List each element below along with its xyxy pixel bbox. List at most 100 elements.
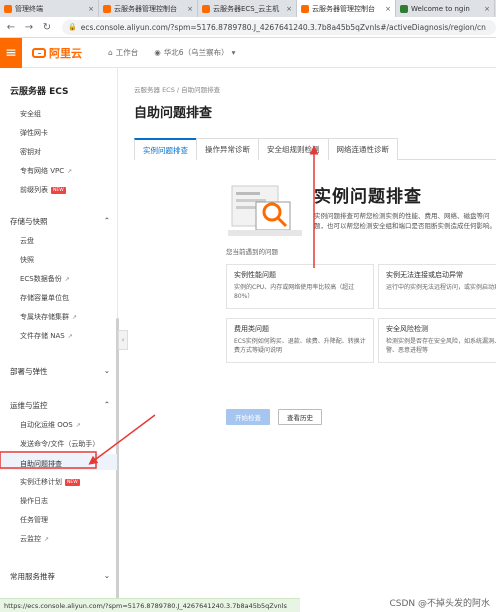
- problem-card[interactable]: 费用类问题 ECS实例如何购买、退款、续费、升降配、转换计费方式等疑问说明: [226, 318, 374, 363]
- reload-icon[interactable]: ↻: [40, 22, 54, 33]
- sidebar-item-label: 自助问题排查: [20, 460, 62, 468]
- problem-card-description: 检测实例是否存在安全风险，如系统漏洞、安全告警、恶意进程等: [386, 338, 496, 354]
- tab-diagnosis[interactable]: 操作异常诊断: [196, 138, 259, 160]
- tab-diagnosis[interactable]: 安全组规则检测: [258, 138, 329, 160]
- view-history-button[interactable]: 查看历史: [278, 409, 322, 425]
- browser-toolbar: ← → ↻ 🔒 ecs.console.aliyun.com/?spm=5176…: [0, 17, 496, 38]
- sidebar-item-label: 自动化运维 OOS: [20, 421, 73, 429]
- sidebar-item-label: ECS数据备份: [20, 275, 62, 283]
- problem-card-description: ECS实例如何购买、退款、续费、升降配、转换计费方式等疑问说明: [234, 338, 366, 354]
- browser-tab-strip: 管理终端 × 云服务器管理控制台 × 云服务器ECS_云主机 × 云服务器管理控制台 × Wel…: [0, 0, 496, 17]
- diagnosis-illustration-icon: [228, 185, 302, 236]
- sidebar-item[interactable]: 存储容量单位包: [20, 293, 69, 303]
- home-icon: ⌂: [108, 48, 113, 57]
- chevron-down-icon: ▾: [231, 48, 236, 57]
- tab-diagnosis[interactable]: 实例问题排查: [134, 138, 197, 160]
- problem-card-description: 运行中的实例无法远程访问，或实例启动异常: [386, 284, 496, 291]
- sidebar-item[interactable]: 专属块存储集群 ↗: [20, 312, 77, 322]
- page-title: 自助问题排查: [134, 106, 213, 121]
- region-selector[interactable]: ◉ 华北6（乌兰察布） ▾: [154, 47, 235, 58]
- close-icon[interactable]: ×: [385, 5, 391, 13]
- main-content: 云服务器 ECS / 自助问题排查 自助问题排查 实例问题排查 操作异常诊断 安全组…: [128, 68, 496, 598]
- browser-status-bar: https://ecs.console.aliyun.com/?spm=5176…: [0, 598, 300, 612]
- sidebar-group[interactable]: 部署与弹性 ⌄: [10, 366, 110, 377]
- tab-diagnosis[interactable]: 网络连通性诊断: [327, 138, 398, 160]
- sidebar-item[interactable]: 任务管理: [20, 515, 48, 525]
- browser-tab[interactable]: 云服务器管理控制台 ×: [297, 0, 396, 17]
- tab-favicon-icon: [202, 4, 210, 13]
- problem-card-title: 实例无法连接或启动异常: [386, 271, 463, 279]
- sidebar-item-label: 云盘: [20, 237, 34, 245]
- problem-card[interactable]: 安全风险检测检测实例是否存在安全风险，如系统漏洞、安全告警、恶意进程等: [378, 318, 496, 363]
- problem-card-title: 安全风险检测: [386, 325, 428, 333]
- tab-favicon-icon: [4, 4, 12, 13]
- sidebar-item-label: 密钥对: [20, 148, 41, 156]
- logo-text: 阿里云: [49, 46, 82, 60]
- close-icon[interactable]: ×: [484, 5, 490, 13]
- back-arrow-icon[interactable]: ←: [4, 22, 18, 33]
- sidebar-item[interactable]: 前缀列表 NEW: [20, 185, 66, 195]
- browser-tab-label: 云服务器管理控制台: [312, 4, 375, 13]
- sidebar-group[interactable]: 存储与快照 ⌃: [10, 216, 110, 227]
- external-link-icon: ↗: [72, 313, 78, 321]
- external-link-icon: ↗: [44, 535, 50, 543]
- browser-tab[interactable]: 管理终端 ×: [0, 0, 99, 17]
- sidebar-item[interactable]: 文件存储 NAS ↗: [20, 331, 73, 341]
- browser-tab[interactable]: Welcome to ngin ×: [396, 0, 495, 17]
- problem-card[interactable]: 实例无法连接或启动异常运行中的实例无法远程访问，或实例启动异常: [378, 264, 496, 309]
- sidebar-group[interactable]: 运维与监控 ⌃: [10, 400, 110, 411]
- external-link-icon: ↗: [75, 421, 81, 429]
- external-link-icon: ↗: [67, 332, 73, 340]
- close-icon[interactable]: ×: [88, 5, 94, 13]
- screen: 管理终端 × 云服务器管理控制台 × 云服务器ECS_云主机 × 云服务器管理控制台 × Wel…: [0, 0, 496, 612]
- sidebar-item-label: 存储容量单位包: [20, 294, 69, 302]
- workbench-link[interactable]: ⌂ 工作台: [108, 47, 138, 58]
- aliyun-logo-mark-icon: [32, 47, 46, 58]
- workbench-label: 工作台: [115, 48, 139, 57]
- sidebar-item[interactable]: 操作日志: [20, 496, 48, 506]
- sidebar-group-label: 部署与弹性: [10, 367, 48, 376]
- problem-card-title: 费用类问题: [234, 325, 269, 333]
- sidebar-item[interactable]: ECS数据备份 ↗: [20, 274, 70, 284]
- browser-tab-label: 云服务器ECS_云主机: [213, 4, 280, 13]
- sidebar-item-label: 快照: [20, 256, 34, 264]
- sidebar-item[interactable]: 云盘: [20, 236, 34, 246]
- external-link-icon: ↗: [64, 275, 70, 283]
- sidebar-item[interactable]: 快照: [20, 255, 34, 265]
- sidebar-item[interactable]: 实例迁移计划 NEW: [20, 477, 80, 487]
- close-icon[interactable]: ×: [187, 5, 193, 13]
- new-badge: NEW: [65, 478, 80, 486]
- problem-card[interactable]: 实例性能问题 实例的CPU、内存或网络使用率比较高（超过80%）: [226, 264, 374, 309]
- sidebar-item[interactable]: 密钥对: [20, 147, 41, 157]
- sidebar-item[interactable]: 专有网络 VPC ↗: [20, 166, 72, 176]
- sidebar-group-label: 常用服务推荐: [10, 572, 55, 581]
- close-icon[interactable]: ×: [286, 5, 292, 13]
- watermark: CSDN @不掉头发的阿水: [389, 599, 490, 609]
- forward-arrow-icon[interactable]: →: [22, 22, 36, 33]
- sidebar-title: 云服务器 ECS: [10, 87, 69, 97]
- browser-tab[interactable]: 云服务器管理控制台 ×: [99, 0, 198, 17]
- start-check-button[interactable]: 开始检查: [226, 409, 270, 425]
- sidebar-item[interactable]: 云监控 ↗: [20, 534, 49, 544]
- sidebar-collapse-button[interactable]: ‹: [118, 330, 128, 350]
- sidebar-item[interactable]: 自助问题排查: [0, 454, 117, 470]
- sidebar-item-label: 实例迁移计划: [20, 478, 62, 486]
- address-bar[interactable]: 🔒 ecs.console.aliyun.com/?spm=5176.87897…: [62, 19, 496, 35]
- aliyun-logo[interactable]: 阿里云: [32, 45, 82, 61]
- hamburger-menu-icon[interactable]: ≡: [0, 37, 22, 68]
- sidebar-item[interactable]: 安全组: [20, 109, 41, 119]
- sidebar-item[interactable]: 自动化运维 OOS ↗: [20, 420, 81, 430]
- tab-favicon-icon: [400, 4, 408, 13]
- breadcrumb: 云服务器 ECS / 自助问题排查: [134, 86, 221, 94]
- region-label: 华北6（乌兰察布）: [163, 48, 229, 57]
- browser-tab[interactable]: 云服务器ECS_云主机 ×: [198, 0, 297, 17]
- console-header: ≡ 阿里云 ⌂ 工作台 ◉ 华北6（乌兰察布） ▾: [0, 37, 496, 68]
- sidebar-item[interactable]: 发送命令/文件（云助手）: [20, 439, 99, 449]
- tab-favicon-icon: [301, 4, 309, 13]
- lock-icon: 🔒: [68, 23, 77, 31]
- sidebar-item-label: 专有网络 VPC: [20, 167, 65, 175]
- problem-card-title: 实例性能问题: [234, 271, 276, 279]
- sidebar-item[interactable]: 弹性网卡: [20, 128, 48, 138]
- sidebar-group[interactable]: 常用服务推荐 ⌄: [10, 571, 110, 582]
- new-badge: NEW: [51, 186, 66, 194]
